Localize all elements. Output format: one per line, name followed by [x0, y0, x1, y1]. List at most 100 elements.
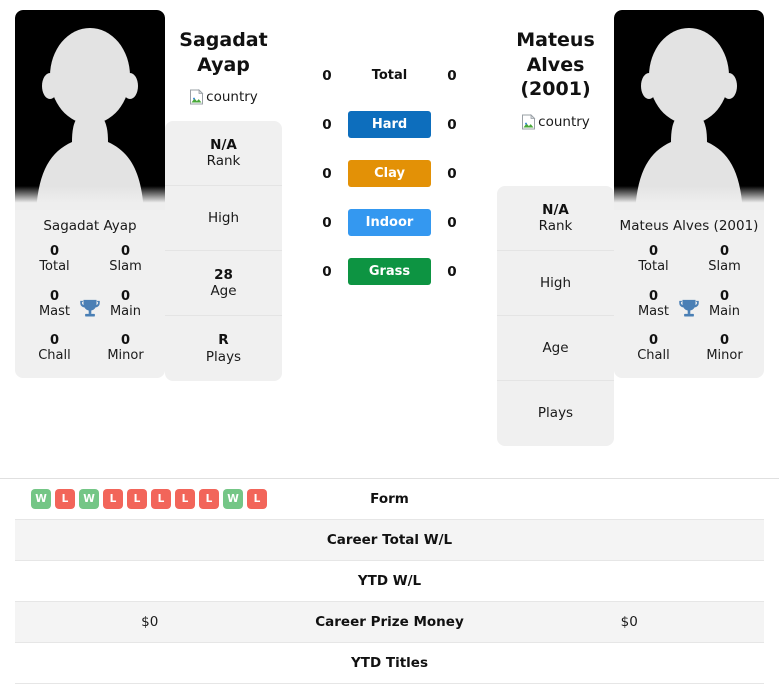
- left-info-stack: N/A Rank High 28 Age R Plays: [165, 121, 282, 382]
- stat-slam-value: 0: [120, 243, 131, 259]
- stat-main-label: Main: [109, 303, 142, 319]
- right-hard-count: 0: [447, 116, 457, 133]
- right-info-rank: N/A Rank: [497, 186, 614, 252]
- avatar-silhouette-icon: [36, 28, 144, 210]
- stat-main-value: 0: [120, 288, 131, 304]
- right-player-card[interactable]: Mateus Alves (2001) 0 Total 0 Slam 0 Mas…: [614, 10, 764, 378]
- right-info-plays: Plays: [497, 381, 614, 446]
- stat-total-label: Total: [638, 259, 669, 275]
- stat-minor: 0 Minor: [90, 333, 161, 364]
- left-info-rank: N/A Rank: [165, 121, 282, 187]
- stat-total: 0 Total: [19, 244, 90, 275]
- stat-slam-label: Slam: [708, 259, 741, 275]
- right-player-name: Mateus Alves (2001): [516, 29, 595, 101]
- form-badge-win: W: [223, 489, 243, 509]
- left-plays-label: Plays: [205, 348, 242, 365]
- left-player-name: Sagadat Ayap: [179, 29, 268, 76]
- right-titles-grid: 0 Total 0 Slam 0 Mast 0 Main 0 Chall 0 M…: [614, 244, 764, 378]
- right-country-flag-wrap: country: [521, 114, 590, 130]
- stat-main: 0 Main: [689, 289, 760, 320]
- right-info-stack: N/A Rank High Age Plays: [497, 186, 614, 447]
- left-info-plays: R Plays: [165, 316, 282, 381]
- left-clay-count: 0: [322, 165, 332, 182]
- left-age-label: Age: [210, 283, 237, 300]
- row-label-ytd-wl: YTD W/L: [357, 573, 422, 589]
- surface-badge-indoor[interactable]: Indoor: [348, 209, 431, 236]
- left-plays-value: R: [218, 332, 229, 349]
- form-badge-loss: L: [199, 489, 219, 509]
- stat-mast-value: 0: [49, 288, 60, 304]
- left-titles-grid: 0 Total 0 Slam 0 Mast 0 Main 0 Chall 0 M…: [15, 244, 165, 378]
- left-info-column: Sagadat Ayap country N/A Rank High 28 Ag…: [165, 10, 282, 382]
- surface-row-grass: 0 Grass 0: [282, 258, 497, 285]
- stat-chall-label: Chall: [637, 348, 670, 364]
- stat-chall-label: Chall: [38, 348, 71, 364]
- broken-image-icon: [521, 114, 537, 130]
- row-label-ytd-titles: YTD Titles: [351, 655, 428, 671]
- stat-chall: 0 Chall: [618, 333, 689, 364]
- left-info-high: High: [165, 186, 282, 252]
- right-player-photo: [614, 10, 764, 210]
- surface-badge-grass[interactable]: Grass: [348, 258, 431, 285]
- left-rank-value: N/A: [210, 136, 237, 153]
- table-row-career-total-wl: Career Total W/L: [15, 520, 764, 561]
- surface-row-clay: 0 Clay 0: [282, 160, 497, 187]
- surface-row-hard: 0 Hard 0: [282, 111, 497, 138]
- right-high-label: High: [539, 274, 572, 291]
- stat-minor: 0 Minor: [689, 333, 760, 364]
- right-card-player-name: Mateus Alves (2001): [619, 218, 759, 234]
- left-rank-label: Rank: [206, 153, 241, 170]
- right-rank-label: Rank: [538, 218, 573, 235]
- stat-minor-value: 0: [120, 333, 131, 349]
- stat-main: 0 Main: [90, 289, 161, 320]
- right-total-count: 0: [447, 67, 457, 84]
- comparison-top-area: Sagadat Ayap 0 Total 0 Slam 0 Mast 0 Mai…: [0, 0, 779, 478]
- surface-badge-total: Total: [371, 68, 408, 83]
- right-clay-count: 0: [447, 165, 457, 182]
- right-grass-count: 0: [447, 263, 457, 280]
- table-row-ytd-titles: YTD Titles: [15, 643, 764, 684]
- stat-slam: 0 Slam: [689, 244, 760, 275]
- stat-chall-value: 0: [648, 333, 659, 349]
- stat-mast: 0 Mast: [19, 289, 90, 320]
- broken-image-icon: [189, 89, 205, 105]
- surface-comparison-column: 0 Total 0 0 Hard 0 0 Clay 0 0 Indoor 0 0: [282, 10, 497, 285]
- stat-total-value: 0: [49, 243, 60, 259]
- stat-minor-value: 0: [719, 333, 730, 349]
- stat-slam-label: Slam: [109, 259, 142, 275]
- row-label-career-prize-money: Career Prize Money: [315, 614, 464, 630]
- form-badge-win: W: [79, 489, 99, 509]
- right-country-alt-text: country: [538, 114, 590, 131]
- stat-slam-value: 0: [719, 243, 730, 259]
- form-badge-loss: L: [127, 489, 147, 509]
- right-plays-label: Plays: [537, 405, 574, 422]
- left-age-value: 28: [214, 266, 233, 283]
- left-form-badges: WLWLLLLLWL: [21, 489, 279, 509]
- form-badge-loss: L: [151, 489, 171, 509]
- left-player-card[interactable]: Sagadat Ayap 0 Total 0 Slam 0 Mast 0 Mai…: [15, 10, 165, 378]
- stat-slam: 0 Slam: [90, 244, 161, 275]
- row-label-form: Form: [370, 491, 409, 507]
- left-country-alt-text: country: [206, 89, 258, 106]
- surface-badge-clay[interactable]: Clay: [348, 160, 431, 187]
- surface-badge-hard[interactable]: Hard: [348, 111, 431, 138]
- left-info-age: 28 Age: [165, 251, 282, 317]
- stat-total-label: Total: [39, 259, 70, 275]
- stat-minor-label: Minor: [706, 348, 743, 364]
- player-comparison-page: Sagadat Ayap 0 Total 0 Slam 0 Mast 0 Mai…: [0, 0, 779, 699]
- stat-mast-label: Mast: [637, 303, 670, 319]
- form-badge-loss: L: [103, 489, 123, 509]
- table-row-form: WLWLLLLLWL Form: [15, 479, 764, 520]
- stat-minor-label: Minor: [107, 348, 144, 364]
- right-rank-value: N/A: [542, 201, 569, 218]
- form-badge-loss: L: [247, 489, 267, 509]
- stat-total-value: 0: [648, 243, 659, 259]
- right-indoor-count: 0: [447, 214, 457, 231]
- stat-mast-label: Mast: [38, 303, 71, 319]
- surface-row-indoor: 0 Indoor 0: [282, 209, 497, 236]
- left-grass-count: 0: [322, 263, 332, 280]
- right-info-high: High: [497, 251, 614, 317]
- stat-mast: 0 Mast: [618, 289, 689, 320]
- left-high-label: High: [207, 210, 240, 227]
- left-total-count: 0: [322, 67, 332, 84]
